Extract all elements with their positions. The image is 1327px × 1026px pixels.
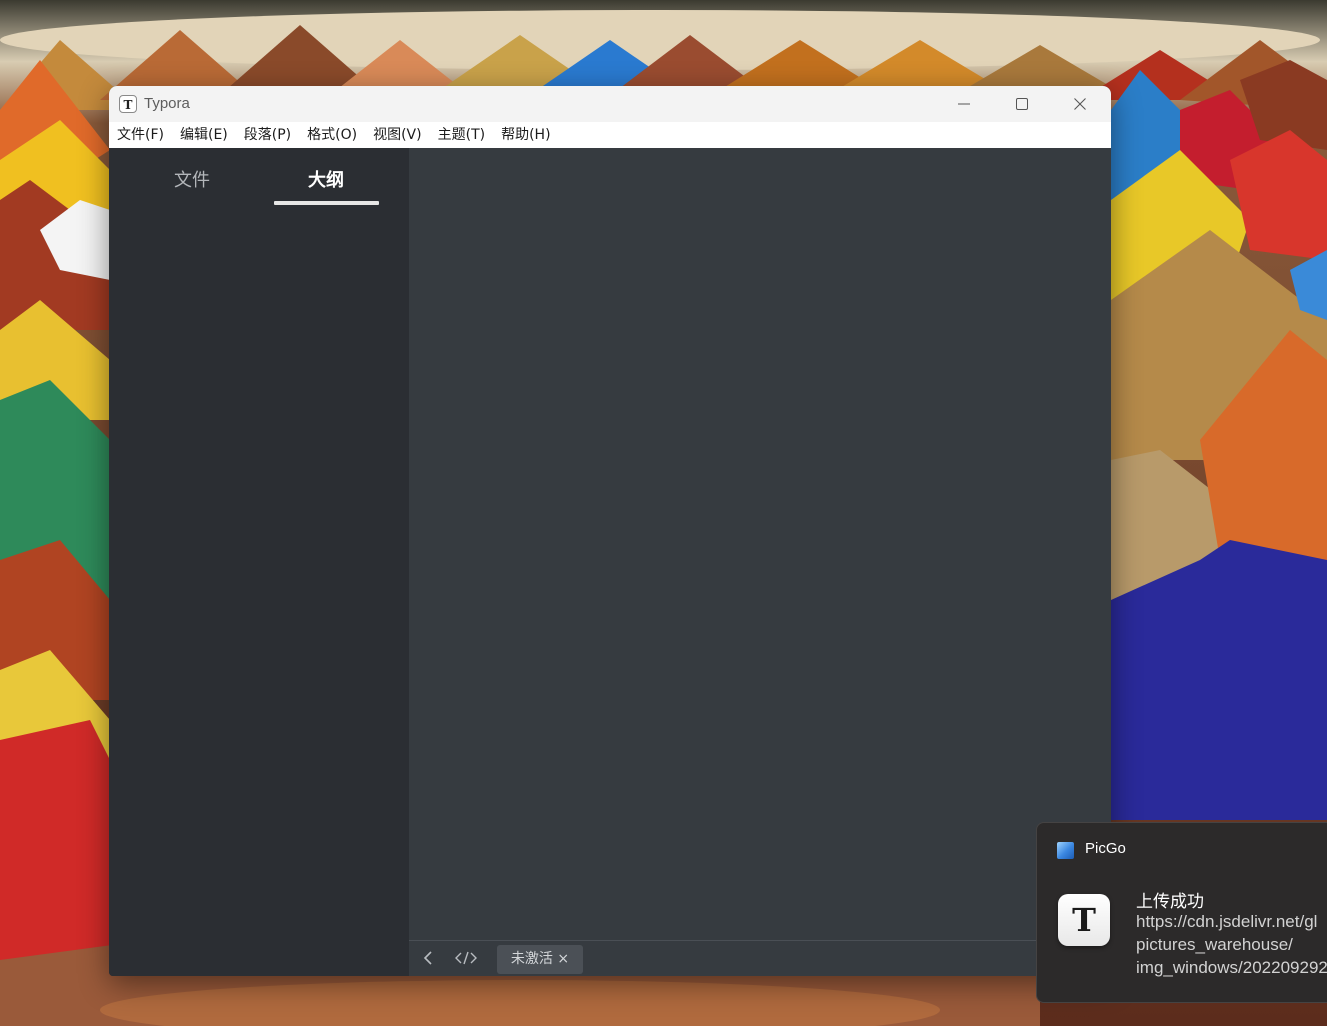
typora-window: T Typora 文件(F) 编辑(E) 段落(P) 格式(O) 视图(V) 主… (109, 86, 1111, 976)
close-button[interactable] (1051, 86, 1109, 122)
menu-view[interactable]: 视图(V) (365, 122, 430, 148)
menu-help[interactable]: 帮助(H) (493, 122, 558, 148)
notification-url-line: pictures_warehouse/ (1136, 935, 1293, 954)
notification-url-line: https://cdn.jsdelivr.net/gl (1136, 912, 1318, 931)
minimize-icon (958, 103, 970, 105)
title-bar[interactable]: T Typora (109, 86, 1111, 122)
picgo-notification[interactable]: PicGo T 上传成功 https://cdn.jsdelivr.net/gl… (1036, 822, 1327, 1003)
chevron-left-icon (423, 951, 432, 965)
status-bar: 未激活 × (409, 940, 1111, 976)
picgo-app-icon (1057, 842, 1074, 859)
menu-bar: 文件(F) 编辑(E) 段落(P) 格式(O) 视图(V) 主题(T) 帮助(H… (109, 122, 1111, 148)
maximize-icon (1016, 98, 1028, 110)
menu-format[interactable]: 格式(O) (299, 122, 365, 148)
maximize-button[interactable] (993, 86, 1051, 122)
tab-outline[interactable]: 大纲 (305, 166, 347, 192)
notification-title: 上传成功 (1136, 892, 1204, 912)
tab-files[interactable]: 文件 (171, 166, 213, 192)
notification-url-line: img_windows/202209292 (1136, 958, 1327, 977)
code-icon (455, 951, 477, 965)
source-mode-button[interactable] (455, 950, 477, 970)
menu-theme[interactable]: 主题(T) (430, 122, 493, 148)
close-icon (1074, 98, 1086, 110)
sidebar: 文件 大纲 (109, 148, 409, 976)
typora-logo-icon: T (1058, 894, 1110, 946)
typora-app-icon: T (119, 95, 137, 113)
toggle-sidebar-button[interactable] (421, 950, 435, 970)
menu-paragraph[interactable]: 段落(P) (236, 122, 299, 148)
unactivated-badge[interactable]: 未激活 × (497, 945, 583, 974)
menu-file[interactable]: 文件(F) (109, 122, 172, 148)
window-title: Typora (144, 95, 190, 112)
menu-edit[interactable]: 编辑(E) (172, 122, 236, 148)
notification-app-name: PicGo (1085, 840, 1126, 857)
minimize-button[interactable] (935, 86, 993, 122)
editor-area[interactable] (409, 148, 1111, 940)
active-tab-indicator (274, 201, 379, 205)
